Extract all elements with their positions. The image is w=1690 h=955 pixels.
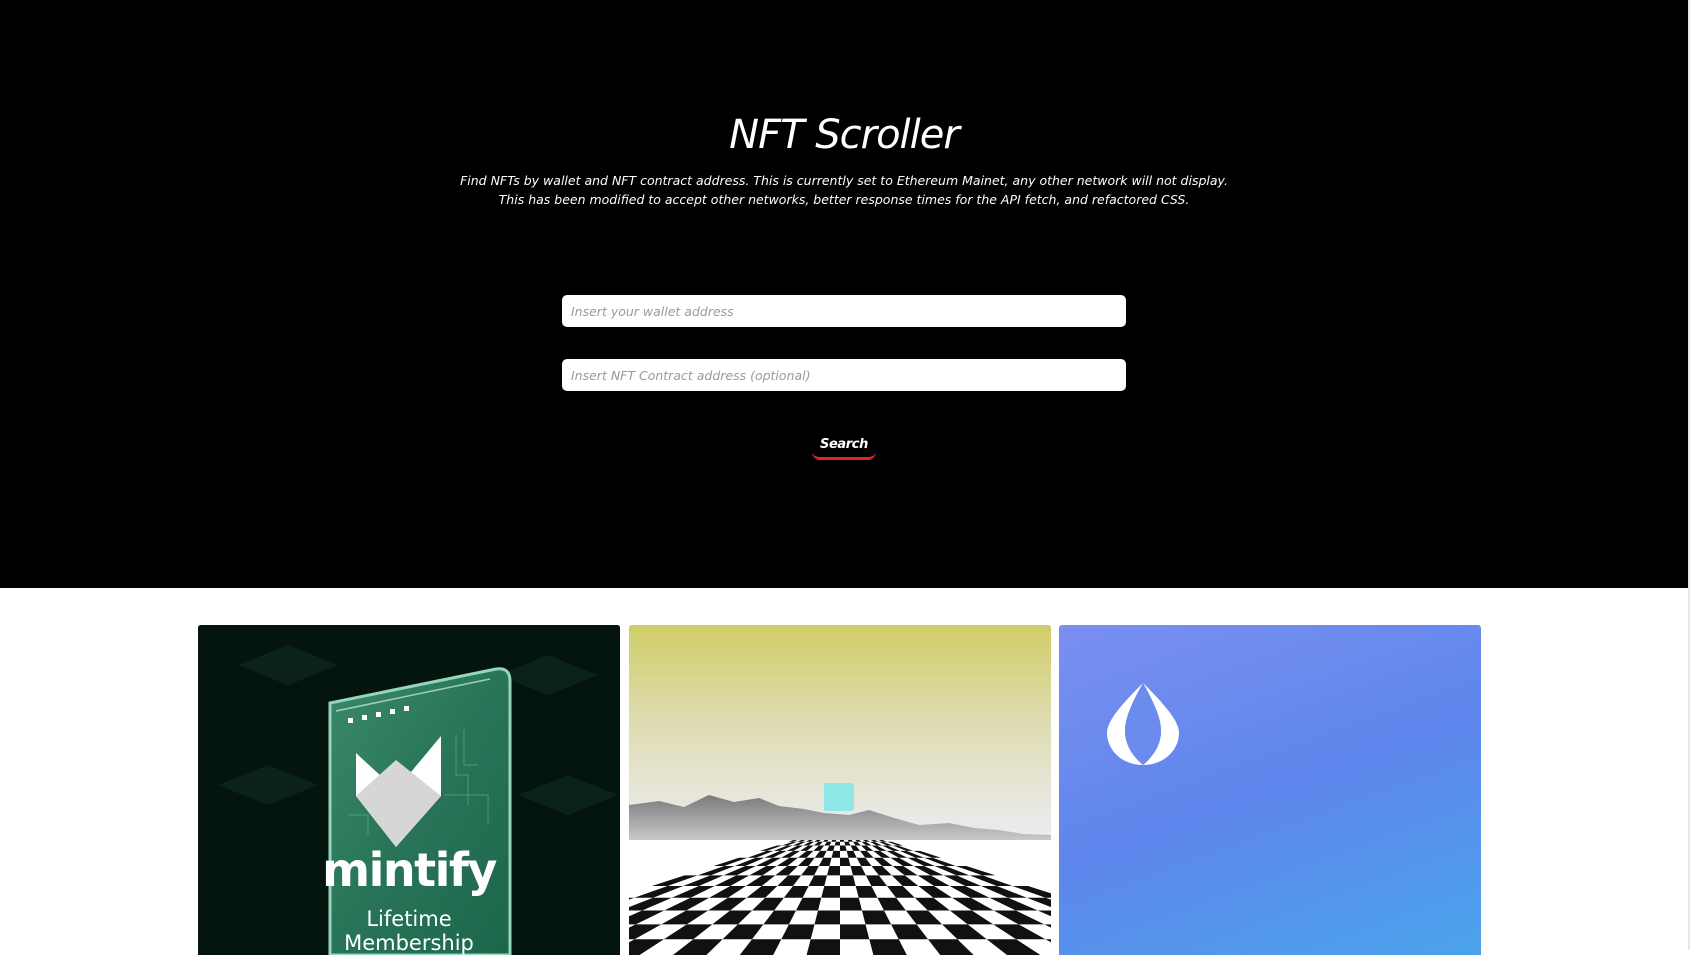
hero-section: NFT Scroller Find NFTs by wallet and NFT… (0, 0, 1688, 588)
checker-tile (840, 924, 870, 940)
wallet-address-input[interactable] (562, 295, 1126, 327)
ens-logo-icon (1107, 683, 1179, 765)
nft-caption-line-2: Membership (344, 931, 474, 955)
description-line-1: Find NFTs by wallet and NFT contract add… (460, 173, 1228, 188)
nft-brand-name: mintify (322, 843, 497, 897)
page-description: Find NFTs by wallet and NFT contract add… (0, 171, 1688, 209)
nft-card-ens[interactable] (1059, 625, 1481, 955)
checker-tile (806, 939, 840, 955)
nft-caption-line-1: Lifetime (366, 907, 452, 931)
nft-card-checkerboard[interactable] (629, 625, 1051, 955)
nft-image-mintify (198, 625, 620, 955)
contract-address-input[interactable] (562, 359, 1126, 391)
checkerboard-floor (629, 840, 1051, 955)
nft-results-grid: mintify Lifetime Membership (198, 625, 1482, 955)
checker-tile (821, 886, 840, 898)
checker-tile (840, 897, 862, 911)
description-line-2: This has been modified to accept other n… (498, 192, 1190, 207)
checker-tile (814, 910, 840, 925)
checker-tile (840, 875, 856, 886)
page-title: NFT Scroller (729, 112, 960, 158)
nft-image-ens (1107, 683, 1179, 765)
nft-image-checkerboard (629, 625, 1051, 955)
search-button[interactable]: Search (812, 432, 876, 460)
nft-card-mintify[interactable]: mintify Lifetime Membership (198, 625, 620, 955)
checker-tile (840, 840, 845, 842)
